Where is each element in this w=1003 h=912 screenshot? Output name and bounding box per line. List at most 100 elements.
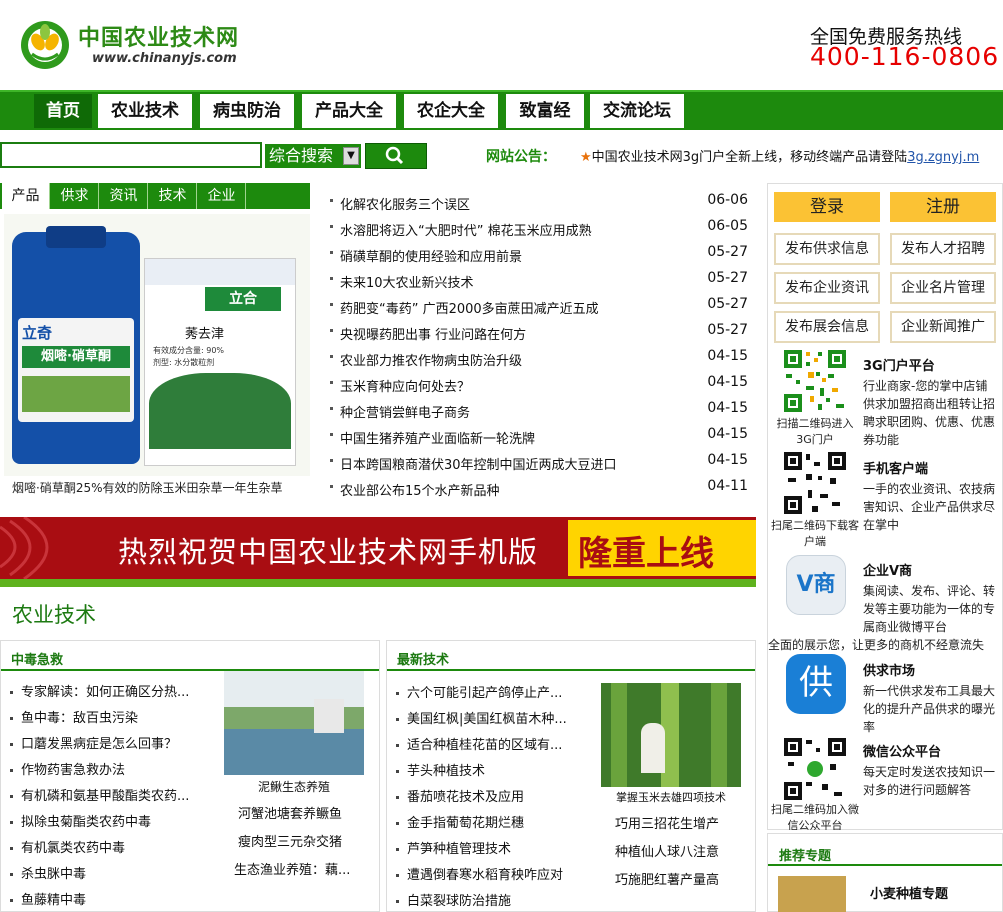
- news-item[interactable]: 化解农化服务三个误区 06-06: [326, 190, 754, 216]
- news-item[interactable]: 硝磺草酮的使用经验和应用前景 05-27: [326, 242, 754, 268]
- news-title[interactable]: 玉米育种应向何处去？: [340, 376, 470, 395]
- platform-title[interactable]: 3G门户平台: [863, 355, 935, 374]
- recommend-item[interactable]: 小麦种植专题: [870, 883, 948, 902]
- wheat-thumbnail[interactable]: [778, 876, 846, 912]
- supply-market-icon[interactable]: 供: [786, 654, 846, 714]
- post-supply-button[interactable]: 发布供求信息: [774, 233, 880, 265]
- list-item[interactable]: 巧用三招花生增产: [615, 813, 719, 832]
- news-item[interactable]: 药肥变“毒药” 广西2000多亩蔗田减产近五成 05-27: [326, 294, 754, 320]
- list-item[interactable]: 作物药害急救办法: [10, 759, 220, 778]
- list-item[interactable]: 口蘑发黑病症是怎么回事？: [10, 733, 220, 752]
- post-exhibition-button[interactable]: 发布展会信息: [774, 311, 880, 343]
- nav-pest-control[interactable]: 病虫防治: [200, 94, 294, 128]
- notice-marquee[interactable]: ★中国农业技术网3g门户全新上线，移动终端产品请登陆3g.zgnyj.m: [580, 146, 1003, 165]
- news-title[interactable]: 农业部公布15个水产新品种: [340, 480, 500, 499]
- site-name[interactable]: 中国农业技术网: [78, 20, 239, 52]
- platform-title[interactable]: 供求市场: [863, 660, 915, 679]
- corn-field-photo[interactable]: [601, 683, 741, 787]
- login-button[interactable]: 登录: [774, 192, 880, 222]
- news-title[interactable]: 农业部力推农作物病虫防治升级: [340, 350, 522, 369]
- list-item[interactable]: 瘦肉型三元杂交猪: [238, 831, 342, 850]
- tab-enterprise[interactable]: 企业: [198, 183, 246, 209]
- chevron-down-icon[interactable]: ▼: [343, 147, 359, 165]
- list-item[interactable]: 番茄喷花技术及应用: [396, 786, 596, 805]
- post-company-news-button[interactable]: 发布企业资讯: [774, 272, 880, 304]
- platform-desc: 一手的农业资讯、农技病害知识、企业产品供求尽在掌中: [863, 482, 996, 532]
- news-item[interactable]: 农业部力推农作物病虫防治升级 04-15: [326, 346, 754, 372]
- news-title[interactable]: 央视曝药肥出事 行业问路在何方: [340, 324, 526, 343]
- photo-caption[interactable]: 掌握玉米去雄四项技术: [601, 789, 741, 805]
- search-type-select[interactable]: 综合搜索 ▼: [265, 144, 361, 168]
- nav-wealth[interactable]: 致富经: [506, 94, 584, 128]
- business-card-button[interactable]: 企业名片管理: [890, 272, 996, 304]
- panel-title[interactable]: 推荐专题: [779, 845, 831, 864]
- tab-tech[interactable]: 技术: [149, 183, 197, 209]
- list-item[interactable]: 鱼藤精中毒: [10, 889, 220, 908]
- nav-agri-tech[interactable]: 农业技术: [98, 94, 192, 128]
- list-item[interactable]: 有机氯类农药中毒: [10, 837, 220, 856]
- news-item[interactable]: 农业部公布15个水产新品种 04-11: [326, 476, 754, 502]
- tab-news[interactable]: 资讯: [100, 183, 148, 209]
- vshang-app-icon[interactable]: V商: [786, 555, 846, 615]
- nav-forum[interactable]: 交流论坛: [590, 94, 684, 128]
- news-date: 04-15: [707, 452, 748, 468]
- site-domain: www.chinanyjs.com: [92, 51, 237, 66]
- section-title[interactable]: 农业技术: [12, 599, 96, 629]
- list-item[interactable]: 美国红枫|美国红枫苗木种...: [396, 708, 596, 727]
- logo-icon[interactable]: [18, 16, 72, 70]
- list-item[interactable]: 金手指葡萄花期烂穗: [396, 812, 596, 831]
- platform-title[interactable]: 企业V商: [863, 560, 912, 579]
- search-input[interactable]: [0, 142, 262, 168]
- nav-products[interactable]: 产品大全: [302, 94, 396, 128]
- register-button[interactable]: 注册: [890, 192, 996, 222]
- news-title[interactable]: 未来10大农业新兴技术: [340, 272, 474, 291]
- nav-home[interactable]: 首页: [34, 94, 92, 128]
- list-item[interactable]: 河蟹池塘套养鳜鱼: [238, 803, 342, 822]
- news-item[interactable]: 种企营销尝鲜电子商务 04-15: [326, 398, 754, 424]
- list-item[interactable]: 生态渔业养殖：藕...: [234, 859, 350, 878]
- list-item[interactable]: 有机磷和氨基甲酸酯类农药...: [10, 785, 220, 804]
- news-item[interactable]: 中国生猪养殖产业面临新一轮洗牌 04-15: [326, 424, 754, 450]
- nav-enterprises[interactable]: 农企大全: [404, 94, 498, 128]
- news-title[interactable]: 中国生猪养殖产业面临新一轮洗牌: [340, 428, 535, 447]
- list-item[interactable]: 巧施肥红薯产量高: [615, 869, 719, 888]
- news-date: 06-06: [707, 192, 748, 208]
- panel-title[interactable]: 最新技术: [397, 649, 449, 668]
- post-recruit-button[interactable]: 发布人才招聘: [890, 233, 996, 265]
- promote-news-button[interactable]: 企业新闻推广: [890, 311, 996, 343]
- tab-supply[interactable]: 供求: [51, 183, 99, 209]
- search-button[interactable]: [365, 143, 427, 169]
- list-item[interactable]: 专家解读：如何正确区分热...: [10, 681, 220, 700]
- tab-products[interactable]: 产品: [2, 183, 50, 209]
- platform-title[interactable]: 手机客户端: [863, 458, 928, 477]
- photo-caption[interactable]: 泥鳅生态养殖: [224, 778, 364, 795]
- list-item[interactable]: 遭遇倒春寒水稻育秧咋应对: [396, 864, 596, 883]
- news-title[interactable]: 种企营销尝鲜电子商务: [340, 402, 470, 421]
- news-item[interactable]: 玉米育种应向何处去？ 04-15: [326, 372, 754, 398]
- list-item[interactable]: 杀虫脒中毒: [10, 863, 220, 882]
- product-showcase-image[interactable]: 立奇 烟嘧·硝草酮 立合 莠去津 有效成分含量: 90% 剂型: 水分散粒剂: [4, 214, 310, 476]
- news-title[interactable]: 水溶肥将迈入“大肥时代” 棉花玉米应用成熟: [340, 220, 592, 239]
- news-item[interactable]: 日本跨国粮商潜伏30年控制中国近两成大豆进口 04-15: [326, 450, 754, 476]
- list-item[interactable]: 种植仙人球八注意: [615, 841, 719, 860]
- news-title[interactable]: 药肥变“毒药” 广西2000多亩蔗田减产近五成: [340, 298, 599, 317]
- news-title[interactable]: 日本跨国粮商潜伏30年控制中国近两成大豆进口: [340, 454, 617, 473]
- news-date: 04-15: [707, 426, 748, 442]
- list-item[interactable]: 芋头种植技术: [396, 760, 596, 779]
- news-title[interactable]: 硝磺草酮的使用经验和应用前景: [340, 246, 522, 265]
- news-item[interactable]: 未来10大农业新兴技术 05-27: [326, 268, 754, 294]
- list-item[interactable]: 适合种植桂花苗的区域有...: [396, 734, 596, 753]
- loach-farming-photo[interactable]: [224, 671, 364, 775]
- notice-link[interactable]: 3g.zgnyj.m: [907, 150, 979, 165]
- platform-title[interactable]: 微信公众平台: [863, 741, 941, 760]
- panel-title[interactable]: 中毒急救: [11, 649, 63, 668]
- list-item[interactable]: 拟除虫菊酯类农药中毒: [10, 811, 220, 830]
- news-item[interactable]: 央视曝药肥出事 行业问路在何方 05-27: [326, 320, 754, 346]
- list-item[interactable]: 六个可能引起产鸽停止产...: [396, 682, 596, 701]
- product-caption[interactable]: 烟嘧·硝草酮25%有效的防除玉米田杂草一年生杂草: [12, 479, 310, 496]
- list-item[interactable]: 芦笋种植管理技术: [396, 838, 596, 857]
- list-item[interactable]: 鱼中毒：敌百虫污染: [10, 707, 220, 726]
- news-title[interactable]: 化解农化服务三个误区: [340, 194, 470, 213]
- list-item[interactable]: 白菜裂球防治措施: [396, 890, 596, 909]
- news-item[interactable]: 水溶肥将迈入“大肥时代” 棉花玉米应用成熟 06-05: [326, 216, 754, 242]
